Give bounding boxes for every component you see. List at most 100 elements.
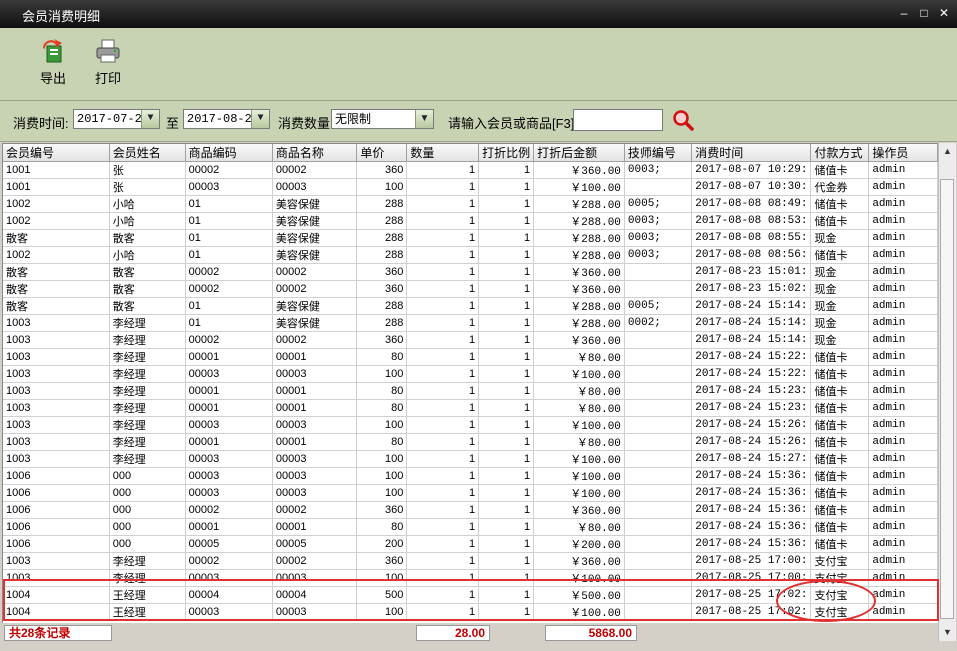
maximize-button[interactable]: □ <box>916 5 932 21</box>
search-button[interactable] <box>672 109 694 136</box>
table-row[interactable]: 1002 小哈 01 美容保健 288 1 1 ￥288.00 0003; 2017-08-08 … <box>3 212 938 230</box>
column-header[interactable]: 数量 <box>406 144 480 162</box>
table-cell: 储值卡 <box>810 348 870 366</box>
table-row[interactable]: 散客 散客 01 美容保健 288 1 1 ￥288.00 0005; 2017-08-24 15… <box>3 297 938 315</box>
table-cell: 1 <box>478 518 535 536</box>
table-row[interactable]: 1003 李经理 00002 00002 360 1 1 ￥360.00 2017-08-25 … <box>3 552 938 570</box>
table-row[interactable]: 1002 小哈 01 美容保健 288 1 1 ￥288.00 0005; 2017-08-08 … <box>3 195 938 213</box>
table-cell: 2017-08-08 08:49: <box>691 195 812 213</box>
table-cell: 储值卡 <box>810 365 870 383</box>
table-row[interactable]: 1006 000 00003 00003 100 1 1 ￥100.00 2017-08-24 … <box>3 467 938 485</box>
table-cell: 现金 <box>810 297 870 315</box>
table-cell: 李经理 <box>109 552 186 570</box>
minimize-button[interactable]: ‒ <box>896 5 912 21</box>
chevron-down-icon[interactable]: ▼ <box>415 110 433 128</box>
column-header[interactable]: 打折后金额 <box>533 144 625 162</box>
table-cell: admin <box>868 280 938 298</box>
table-row[interactable]: 1006 000 00002 00002 360 1 1 ￥360.00 2017-08-24 … <box>3 501 938 519</box>
to-label: 至 <box>166 116 180 131</box>
qty-select[interactable]: 无限制 ▼ <box>331 109 434 129</box>
table-row[interactable]: 1003 李经理 00001 00001 80 1 1 ￥80.00 2017-08-24 15… <box>3 382 938 400</box>
table-row[interactable]: 1001 张 00003 00003 100 1 1 ￥100.00 2017-08-07 10… <box>3 178 938 196</box>
scroll-down-icon[interactable]: ▼ <box>939 624 956 641</box>
table-row[interactable]: 散客 散客 00002 00002 360 1 1 ￥360.00 2017-08-23 15:… <box>3 280 938 298</box>
table-row[interactable]: 1003 李经理 00003 00003 100 1 1 ￥100.00 2017-08-24 … <box>3 365 938 383</box>
table-cell: 1 <box>406 552 480 570</box>
table-cell: 现金 <box>810 263 870 281</box>
table-cell: 1002 <box>3 212 110 230</box>
table-cell: ￥288.00 <box>533 212 625 230</box>
table-row[interactable]: 1006 000 00003 00003 100 1 1 ￥100.00 2017-08-24 … <box>3 484 938 502</box>
table-cell: ￥360.00 <box>533 263 625 281</box>
table-row[interactable]: 1003 李经理 00003 00003 100 1 1 ￥100.00 2017-08-24 … <box>3 416 938 434</box>
table-cell: ￥80.00 <box>533 348 625 366</box>
table-row[interactable]: 1003 李经理 00003 00003 100 1 1 ￥100.00 2017-08-24 … <box>3 450 938 468</box>
chevron-down-icon[interactable]: ▼ <box>141 110 159 128</box>
table-cell: 00002 <box>272 331 358 349</box>
table-cell: 1002 <box>3 246 110 264</box>
table-row[interactable]: 1006 000 00005 00005 200 1 1 ￥200.00 2017-08-24 … <box>3 535 938 553</box>
date-from-picker[interactable]: 2017-07-26 ▼ <box>73 109 160 129</box>
table-row[interactable]: 1006 000 00001 00001 80 1 1 ￥80.00 2017-08-24 15… <box>3 518 938 536</box>
table-cell: 2017-08-24 15:22: <box>691 348 812 366</box>
table-cell: ￥288.00 <box>533 314 625 332</box>
export-button[interactable]: 导出 <box>33 38 73 87</box>
column-header[interactable]: 付款方式 <box>810 144 870 162</box>
table-cell: ￥360.00 <box>533 161 625 179</box>
table-cell: 1 <box>478 467 535 485</box>
table-cell: admin <box>868 246 938 264</box>
column-header[interactable]: 会员编号 <box>3 144 110 162</box>
table-cell: 1 <box>406 535 480 553</box>
table-cell: 2017-08-24 15:14: <box>691 331 812 349</box>
table-cell: 散客 <box>109 229 186 247</box>
table-cell: admin <box>868 161 938 179</box>
column-header[interactable]: 操作员 <box>868 144 938 162</box>
title-bar: 会员消费明细 ‒ □ ✕ <box>0 0 957 28</box>
column-header[interactable]: 打折比例 <box>478 144 535 162</box>
table-cell: 00002 <box>185 331 273 349</box>
table-cell: 1003 <box>3 433 110 451</box>
table-row[interactable]: 1003 李经理 01 美容保健 288 1 1 ￥288.00 0002; 2017-08-24… <box>3 314 938 332</box>
table-cell: 00002 <box>272 280 358 298</box>
table-row[interactable]: 1003 李经理 00001 00001 80 1 1 ￥80.00 2017-08-24 15… <box>3 433 938 451</box>
table-row[interactable]: 1001 张 00002 00002 360 1 1 ￥360.00 0003; 2017-08-… <box>3 161 938 179</box>
printer-icon <box>96 39 120 63</box>
column-header[interactable]: 消费时间 <box>691 144 812 162</box>
table-row[interactable]: 散客 散客 01 美容保健 288 1 1 ￥288.00 0003; 2017-08-08 08… <box>3 229 938 247</box>
table-cell: 美容保健 <box>272 246 358 264</box>
vertical-scrollbar[interactable]: ▲ ▼ <box>938 143 956 641</box>
table-cell: admin <box>868 195 938 213</box>
table-cell: 2017-08-24 15:22: <box>691 365 812 383</box>
table-row[interactable]: 1003 李经理 00002 00002 360 1 1 ￥360.00 2017-08-24 … <box>3 331 938 349</box>
table-cell: 360 <box>356 552 408 570</box>
table-row[interactable]: 1003 李经理 00001 00001 80 1 1 ￥80.00 2017-08-24 15… <box>3 399 938 417</box>
table-cell: 李经理 <box>109 365 186 383</box>
filter-bar: 消费时间: 2017-07-26 ▼ 至 2017-08-26 ▼ 消费数量 无… <box>0 101 957 142</box>
table-cell <box>624 467 693 485</box>
table-row[interactable]: 1003 李经理 00001 00001 80 1 1 ￥80.00 2017-08-24 15… <box>3 348 938 366</box>
table-row[interactable]: 散客 散客 00002 00002 360 1 1 ￥360.00 2017-08-23 15:… <box>3 263 938 281</box>
scroll-up-icon[interactable]: ▲ <box>939 143 956 160</box>
close-button[interactable]: ✕ <box>936 5 952 21</box>
column-header[interactable]: 技师编号 <box>624 144 693 162</box>
column-header[interactable]: 单价 <box>356 144 408 162</box>
date-to-picker[interactable]: 2017-08-26 ▼ <box>183 109 270 129</box>
consumption-table[interactable]: 会员编号 会员姓名 商品编码 商品名称 单价 数量 打折比例 打折后金额 技师编号 消费时间 付款方… <box>2 143 939 625</box>
table-cell: 1 <box>406 416 480 434</box>
column-header[interactable]: 商品名称 <box>272 144 358 162</box>
table-cell: 0003; <box>624 161 693 179</box>
table-row[interactable]: 1002 小哈 01 美容保健 288 1 1 ￥288.00 0003; 2017-08-08 … <box>3 246 938 264</box>
table-cell: admin <box>868 416 938 434</box>
table-cell: ￥100.00 <box>533 416 625 434</box>
print-button[interactable]: 打印 <box>88 38 128 87</box>
table-cell: 1 <box>406 518 480 536</box>
table-cell: 80 <box>356 382 408 400</box>
qty-value: 无限制 <box>335 112 372 126</box>
chevron-down-icon[interactable]: ▼ <box>251 110 269 128</box>
table-cell: 李经理 <box>109 331 186 349</box>
table-cell: 1 <box>478 212 535 230</box>
column-header[interactable]: 商品编码 <box>185 144 273 162</box>
search-input[interactable] <box>573 109 663 131</box>
column-header[interactable]: 会员姓名 <box>109 144 186 162</box>
scroll-thumb[interactable] <box>940 179 954 619</box>
